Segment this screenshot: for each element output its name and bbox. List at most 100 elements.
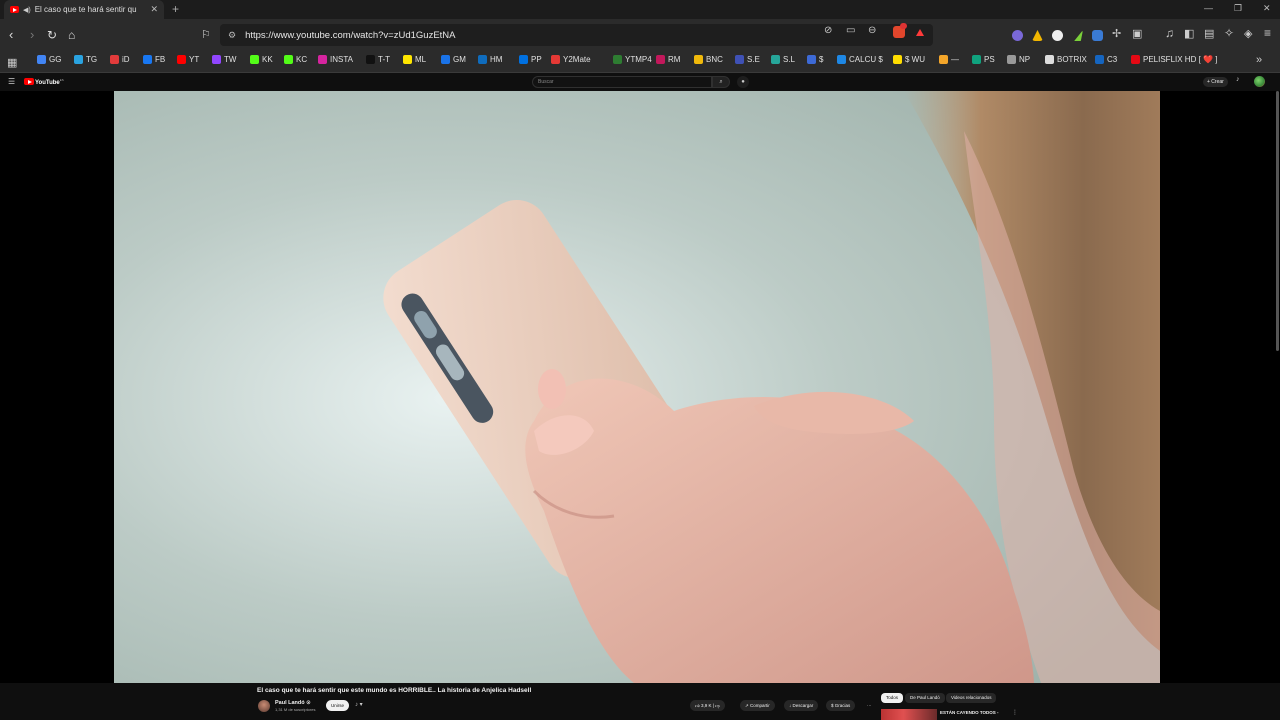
thanks-button[interactable]: $ Gracias [826, 700, 856, 711]
maximize-button[interactable]: ❐ [1234, 3, 1242, 14]
zoom-icon[interactable]: ⊖ [868, 25, 876, 36]
tab-close-icon[interactable]: ✕ [150, 4, 158, 15]
extension-purple-icon[interactable] [1012, 30, 1023, 41]
bookmark-favicon-icon [613, 55, 622, 64]
recommended-title[interactable]: ESTÁN CAYENDO TODOS - [940, 710, 999, 715]
new-tab-button[interactable]: + [172, 2, 179, 16]
bookmark-item[interactable]: BNC [694, 55, 723, 64]
bookmark-label: — [951, 55, 959, 64]
browser-tab-active[interactable]: ◀) El caso que te hará sentir qu ✕ [4, 0, 164, 19]
media-icon[interactable]: ♫ [1165, 26, 1174, 40]
youtube-search-input[interactable]: Buscar [532, 76, 712, 88]
create-button[interactable]: + Crear [1203, 77, 1228, 87]
share-button[interactable]: ↗ Compartir [740, 700, 775, 711]
apps-grid-icon[interactable]: ▦ [7, 56, 17, 69]
vpn-icon[interactable]: ◈ [1244, 27, 1252, 40]
subscription-bell-icon[interactable]: ♪ ▾ [355, 701, 363, 708]
channel-avatar[interactable] [258, 700, 270, 712]
forward-icon[interactable]: › [30, 27, 34, 43]
bookmark-item[interactable]: $ [807, 55, 823, 64]
video-player[interactable] [114, 91, 1160, 683]
download-button[interactable]: ↓ Descargar [784, 700, 819, 711]
page-scrollbar[interactable] [1276, 91, 1279, 351]
bookmark-item[interactable]: C3 [1095, 55, 1117, 64]
bookmark-item[interactable]: PS [972, 55, 995, 64]
recommended-thumbnail[interactable] [881, 709, 937, 720]
extension-warning-icon[interactable] [1032, 30, 1043, 41]
bookmark-favicon-icon [837, 55, 846, 64]
bookmark-item[interactable]: YTMP4 [613, 55, 652, 64]
bookmark-item[interactable]: INSTA [318, 55, 353, 64]
like-button[interactable]: 👍︎ 3,9 K | 👎︎ [690, 700, 725, 711]
video-title: El caso que te hará sentir que este mund… [257, 687, 532, 694]
bookmark-item[interactable]: FB [143, 55, 165, 64]
menu-icon[interactable]: ≡ [1264, 26, 1271, 40]
bookmark-item[interactable]: NP [1007, 55, 1030, 64]
wallet-icon[interactable]: ▤ [1204, 27, 1214, 40]
search-icon[interactable]: ⌕ [712, 76, 730, 88]
site-settings-icon[interactable]: ⚙ [228, 30, 236, 41]
bookmark-item[interactable]: GG [37, 55, 61, 64]
bookmark-label: PS [984, 55, 995, 64]
bookmark-item[interactable]: KK [250, 55, 273, 64]
bookmark-item[interactable]: PP [519, 55, 542, 64]
speaker-icon[interactable]: ◀) [23, 6, 31, 14]
brave-rewards-icon[interactable] [916, 29, 924, 36]
notifications-bell-icon[interactable]: ♪ [1236, 76, 1240, 83]
url-text[interactable]: https://www.youtube.com/watch?v=zUd1GuzE… [245, 30, 455, 41]
microphone-icon[interactable]: ● [737, 76, 749, 88]
recommended-more-icon[interactable]: ⋮ [1012, 709, 1018, 716]
browser-tab-strip: ◀) El caso que te hará sentir qu ✕ + — ❐… [0, 0, 1280, 19]
bookmark-label: KK [262, 55, 273, 64]
account-avatar[interactable] [1254, 76, 1265, 87]
bookmark-item[interactable]: GM [441, 55, 466, 64]
bookmark-item[interactable]: KC [284, 55, 307, 64]
close-window-button[interactable]: ✕ [1263, 3, 1271, 14]
back-icon[interactable]: ‹ [9, 27, 13, 43]
bookmark-item[interactable]: Y2Mate [551, 55, 591, 64]
bookmark-item[interactable]: TW [212, 55, 236, 64]
sidebar-icon[interactable]: ◧ [1184, 27, 1194, 40]
chip-all[interactable]: Todos [881, 693, 904, 703]
bookmark-item[interactable]: RM [656, 55, 680, 64]
bookmark-label: $ WU [905, 55, 925, 64]
mute-icon[interactable]: ⊘ [824, 25, 832, 36]
join-button[interactable]: Unirse [326, 700, 350, 711]
leo-ai-icon[interactable]: ✧ [1224, 26, 1234, 40]
more-actions-button[interactable]: ··· [862, 700, 877, 711]
extension-openai-icon[interactable] [1052, 30, 1063, 41]
hamburger-menu-icon[interactable]: ☰ [8, 77, 15, 86]
bookmark-icon[interactable]: ⚐ [201, 27, 211, 43]
bookmark-item[interactable]: S.E [735, 55, 760, 64]
bookmark-item[interactable]: S.L [771, 55, 795, 64]
minimize-button[interactable]: — [1204, 3, 1213, 13]
bookmark-item[interactable]: T-T [366, 55, 390, 64]
chip-from-channel[interactable]: De Paul Landó [905, 693, 945, 703]
bookmark-item[interactable]: ML [403, 55, 426, 64]
channel-name[interactable]: Paul Landó ⊙ [275, 700, 311, 706]
bookmark-item[interactable]: BOTRIX [1045, 55, 1087, 64]
bookmark-item[interactable]: $ WU [893, 55, 925, 64]
bookmark-label: iD [122, 55, 130, 64]
bookmark-item[interactable]: — [939, 55, 959, 64]
home-icon[interactable]: ⌂ [68, 27, 75, 43]
bookmark-item[interactable]: PELISFLIX HD [ ❤️ ] [1131, 55, 1217, 64]
bookmark-item[interactable]: YT [177, 55, 199, 64]
reload-icon[interactable]: ↻ [47, 27, 57, 43]
bookmark-favicon-icon [177, 55, 186, 64]
cast-icon[interactable]: ▭ [846, 25, 855, 36]
extension-green-icon[interactable] [1074, 30, 1083, 41]
extension-translate-icon[interactable] [1092, 30, 1103, 41]
extensions-puzzle-icon[interactable]: ✢ [1112, 27, 1121, 40]
youtube-logo-icon[interactable] [24, 78, 34, 85]
bookmark-item[interactable]: TG [74, 55, 97, 64]
chip-related[interactable]: Videos relacionados [946, 693, 997, 703]
bookmark-favicon-icon [212, 55, 221, 64]
screenshot-icon[interactable]: ▣ [1132, 27, 1142, 40]
more-bookmarks-icon[interactable]: » [1256, 54, 1262, 66]
youtube-logo-text[interactable]: YouTubeES [35, 78, 64, 86]
bookmark-item[interactable]: HM [478, 55, 502, 64]
bookmark-item[interactable]: iD [110, 55, 130, 64]
bookmark-label: BOTRIX [1057, 55, 1087, 64]
bookmark-item[interactable]: CALCU $ [837, 55, 883, 64]
